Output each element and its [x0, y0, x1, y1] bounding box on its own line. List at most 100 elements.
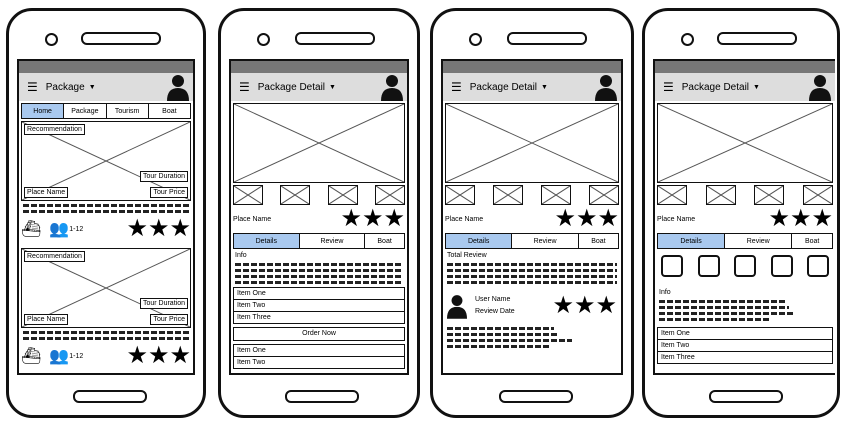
item-list: Item One Item Two Item Three [657, 327, 833, 364]
people-count: 1-12 [69, 225, 84, 233]
image-placeholder [445, 103, 619, 183]
info-text [659, 300, 785, 303]
list-item[interactable]: Item One [658, 328, 832, 340]
thumbnail[interactable] [374, 185, 405, 205]
place-name-label: Place Name [24, 314, 69, 325]
tour-duration-label: Tour Duration [139, 298, 188, 309]
option-box[interactable] [807, 255, 829, 277]
thumbnail[interactable] [705, 185, 736, 205]
place-name: Place Name [233, 215, 272, 223]
thumbnail[interactable] [233, 185, 263, 205]
list-item[interactable]: Item One [234, 288, 404, 300]
tab-tourism[interactable]: Tourism [107, 104, 149, 118]
tab-boat[interactable]: Boat [149, 104, 190, 118]
user-avatar-icon[interactable] [595, 73, 617, 101]
camera [681, 33, 694, 46]
app-title[interactable]: Package [46, 82, 85, 93]
info-text [235, 263, 403, 266]
option-box[interactable] [770, 255, 793, 277]
camera [469, 33, 482, 46]
tab-boat[interactable]: Boat [365, 234, 404, 248]
order-now-button[interactable]: Order Now [233, 327, 405, 341]
package-card[interactable]: Recommendation Tour Duration Place Name … [19, 248, 193, 369]
tab-package[interactable]: Package [64, 104, 107, 118]
list-item[interactable]: Item Two [234, 357, 404, 368]
option-box[interactable] [661, 255, 683, 277]
thumbnail[interactable] [280, 185, 311, 205]
list-item[interactable]: Item One [234, 345, 404, 357]
list-item[interactable]: Item Three [234, 312, 404, 323]
description-text [23, 331, 189, 334]
app-title[interactable]: Package Detail [682, 82, 749, 93]
chevron-down-icon[interactable]: ▼ [329, 84, 336, 91]
review-body [447, 333, 558, 336]
info-text [235, 281, 403, 284]
thumbnail[interactable] [802, 185, 833, 205]
phone-1: ☰ Package ▼ Home Package Tourism Boat Re… [6, 8, 206, 418]
tab-home[interactable]: Home [22, 104, 65, 118]
image-placeholder [657, 103, 833, 183]
thumbnail[interactable] [327, 185, 358, 205]
home-button[interactable] [73, 390, 147, 403]
thumbnail-strip [445, 185, 619, 205]
review-body [447, 327, 554, 330]
app-bar: ☰ Package Detail ▼ [231, 73, 407, 101]
menu-icon[interactable]: ☰ [663, 80, 674, 94]
image-placeholder [233, 103, 405, 183]
package-card[interactable]: Recommendation Tour Duration Place Name … [19, 121, 193, 242]
option-box[interactable] [697, 255, 720, 277]
thumbnail[interactable] [445, 185, 475, 205]
image-placeholder: Recommendation Tour Duration Place Name … [21, 121, 191, 201]
menu-icon[interactable]: ☰ [451, 80, 462, 94]
tab-boat[interactable]: Boat [579, 234, 618, 248]
app-title[interactable]: Package Detail [470, 82, 537, 93]
list-item[interactable]: Item Three [658, 352, 832, 363]
tab-review[interactable]: Review [512, 234, 579, 248]
tab-boat[interactable]: Boat [792, 234, 832, 248]
rating-stars: ★ ★ ★ [126, 215, 191, 242]
tab-details[interactable]: Details [234, 234, 300, 248]
review-item[interactable]: User Name Review Date ★ ★ ★ [443, 287, 621, 321]
option-box[interactable] [734, 255, 756, 277]
home-button[interactable] [709, 390, 783, 403]
user-avatar-icon[interactable] [809, 73, 831, 101]
home-button[interactable] [499, 390, 573, 403]
phone-3: ☰ Package Detail ▼ Place Name ★ ★ ★ Detail… [430, 8, 634, 418]
thumbnail[interactable] [754, 185, 785, 205]
info-heading: Info [235, 252, 247, 259]
user-avatar-icon[interactable] [381, 73, 403, 101]
thumbnail[interactable] [493, 185, 523, 205]
tab-bar: Details Review Boat [233, 233, 405, 249]
thumbnail[interactable] [541, 185, 571, 205]
list-item[interactable]: Item Two [658, 340, 832, 352]
tab-review[interactable]: Review [300, 234, 366, 248]
menu-icon[interactable]: ☰ [239, 80, 250, 94]
info-text [235, 269, 403, 272]
info-text [659, 312, 794, 315]
review-body [447, 345, 551, 348]
tour-price-label: Tour Price [150, 314, 188, 325]
list-item[interactable]: Item Two [234, 300, 404, 312]
app-title[interactable]: Package Detail [258, 82, 325, 93]
user-avatar-icon[interactable] [167, 73, 189, 101]
home-button[interactable] [285, 390, 359, 403]
chevron-down-icon[interactable]: ▼ [89, 84, 96, 91]
status-bar [19, 61, 193, 73]
review-body [447, 339, 572, 342]
tab-details[interactable]: Details [658, 234, 726, 248]
place-name: Place Name [445, 215, 484, 223]
thumbnail[interactable] [657, 185, 687, 205]
user-name: User Name [475, 296, 511, 303]
rating-stars: ★ ★ ★ [554, 205, 619, 232]
menu-icon[interactable]: ☰ [27, 80, 38, 94]
tab-details[interactable]: Details [446, 234, 513, 248]
chevron-down-icon[interactable]: ▼ [753, 84, 760, 91]
tab-review[interactable]: Review [725, 234, 793, 248]
tab-bar: Details Review Boat [445, 233, 619, 249]
people-icon: 👥 [49, 221, 70, 238]
thumbnail[interactable] [589, 185, 619, 205]
chevron-down-icon[interactable]: ▼ [541, 84, 548, 91]
people-count: 1-12 [69, 352, 84, 360]
review-text [447, 281, 617, 284]
place-name-label: Place Name [24, 187, 69, 198]
